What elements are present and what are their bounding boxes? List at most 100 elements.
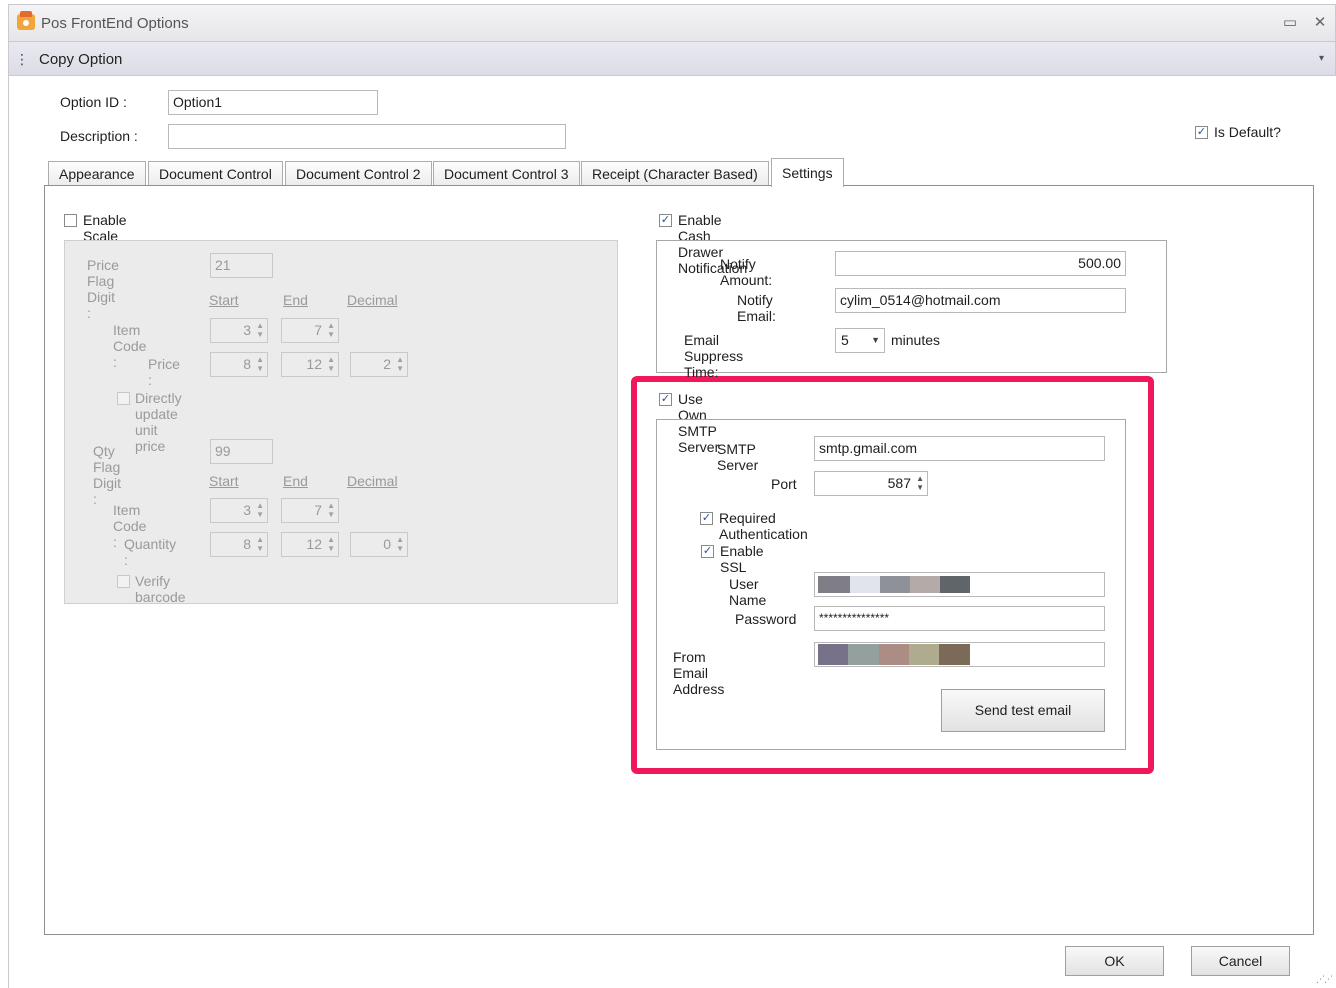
redaction-swatch [939, 644, 970, 665]
toolbar: ⋮ Copy Option ▾ [8, 41, 1336, 76]
copy-option-button[interactable]: Copy Option [39, 51, 122, 68]
notify-amount-input[interactable]: 500.00 [835, 251, 1126, 276]
notify-amount-label: Notify Amount: [720, 256, 773, 288]
price-item-code-label: Item Code : [113, 322, 147, 370]
send-test-email-button[interactable]: Send test email [941, 689, 1105, 732]
title-bar[interactable]: Pos FrontEnd Options ▭ ✕ [8, 4, 1336, 41]
email-suppress-time-label: Email Suppress Time: [684, 332, 744, 380]
directly-update-unit-price-label: Directly update unit price [135, 390, 182, 454]
price-start-header: Start [209, 292, 239, 308]
spin-arrows-icon: ▲ ▼ [327, 501, 335, 519]
spin-arrows-icon: ▲ ▼ [256, 321, 264, 339]
qty-flag-digit-label: Qty Flag Digit : [93, 443, 122, 507]
toolbar-dropdown-icon[interactable]: ▾ [1319, 53, 1324, 64]
resize-grip-icon[interactable]: ⋰⋰ [1316, 974, 1333, 985]
qty-flag-digit-input[interactable]: 99 [210, 439, 273, 464]
qty-item-code-end-stepper[interactable]: 7 ▲ ▼ [281, 498, 339, 523]
directly-update-unit-price-checkbox[interactable] [117, 392, 130, 405]
tab-document-control[interactable]: Document Control [148, 161, 283, 186]
quantity-start-stepper[interactable]: 8 ▲ ▼ [210, 532, 268, 557]
required-authentication-checkbox[interactable]: ✓ [700, 512, 713, 525]
redaction-swatch [848, 644, 879, 665]
window-title: Pos FrontEnd Options [41, 15, 189, 32]
price-start-value: 8 [243, 356, 251, 372]
price-end-value: 12 [306, 356, 322, 372]
quantity-end-value: 12 [306, 536, 322, 552]
spin-arrows-icon: ▲ ▼ [327, 321, 335, 339]
price-start-stepper[interactable]: 8 ▲ ▼ [210, 352, 268, 377]
qty-item-code-start-stepper[interactable]: 3 ▲ ▼ [210, 498, 268, 523]
email-suppress-time-select[interactable]: 5 ▼ [835, 328, 885, 353]
spin-arrows-icon: ▲ ▼ [916, 474, 924, 492]
tab-document-control-3[interactable]: Document Control 3 [433, 161, 580, 186]
redacted-from-email [818, 644, 970, 665]
quantity-decimal-stepper[interactable]: 0 ▲ ▼ [350, 532, 408, 557]
tab-settings[interactable]: Settings [771, 158, 844, 187]
enable-cash-drawer-checkbox[interactable]: ✓ [659, 214, 672, 227]
enable-ssl-label: Enable SSL [720, 543, 764, 575]
price-item-code-end-stepper[interactable]: 7 ▲ ▼ [281, 318, 339, 343]
redaction-swatch [909, 644, 939, 665]
price-item-code-start-stepper[interactable]: 3 ▲ ▼ [210, 318, 268, 343]
email-suppress-time-value: 5 [841, 332, 849, 348]
price-decimal-stepper[interactable]: 2 ▲ ▼ [350, 352, 408, 377]
notify-email-label: Notify Email: [737, 292, 776, 324]
required-authentication-label: Required Authentication [719, 510, 808, 542]
enable-ssl-checkbox[interactable]: ✓ [701, 545, 714, 558]
quantity-decimal-value: 0 [383, 536, 391, 552]
spin-arrows-icon: ▲ ▼ [256, 501, 264, 519]
price-end-header: End [283, 292, 308, 308]
redaction-swatch [940, 576, 970, 593]
redaction-swatch [910, 576, 940, 593]
chevron-down-icon: ▼ [871, 335, 880, 345]
price-end-stepper[interactable]: 12 ▲ ▼ [281, 352, 339, 377]
redaction-swatch [880, 576, 910, 593]
quantity-label: Quantity : [124, 536, 177, 568]
price-decimal-header: Decimal [347, 292, 398, 308]
quantity-start-value: 8 [243, 536, 251, 552]
option-id-input[interactable]: Option1 [168, 90, 378, 115]
qty-start-header: Start [209, 473, 239, 489]
qty-item-code-start-value: 3 [243, 502, 251, 518]
from-email-address-input[interactable] [814, 642, 1105, 667]
notify-email-input[interactable]: cylim_0514@hotmail.com [835, 288, 1126, 313]
redaction-swatch [818, 644, 848, 665]
spin-arrows-icon: ▲ ▼ [256, 355, 264, 373]
smtp-server-input[interactable]: smtp.gmail.com [814, 436, 1105, 461]
verify-barcode-label: Verify barcode [135, 573, 186, 605]
cancel-button[interactable]: Cancel [1191, 946, 1290, 976]
use-own-smtp-checkbox[interactable]: ✓ [659, 393, 672, 406]
price-item-code-end-value: 7 [314, 322, 322, 338]
user-name-label: User Name [729, 576, 767, 608]
port-label: Port [771, 476, 797, 492]
restore-icon[interactable]: ▭ [1279, 12, 1301, 34]
price-flag-digit-input[interactable]: 21 [210, 253, 273, 278]
description-input[interactable] [168, 124, 566, 149]
verify-barcode-checkbox[interactable] [117, 575, 130, 588]
redaction-swatch [818, 576, 850, 593]
port-value: 587 [887, 475, 911, 491]
spin-arrows-icon: ▲ ▼ [396, 355, 404, 373]
toolbar-grip-icon[interactable]: ⋮ [15, 51, 29, 68]
spin-arrows-icon: ▲ ▼ [256, 535, 264, 553]
minutes-label: minutes [891, 332, 941, 348]
option-id-label: Option ID : [60, 94, 127, 110]
ok-button[interactable]: OK [1065, 946, 1164, 976]
redacted-user-name [818, 576, 970, 593]
tab-receipt-character-based[interactable]: Receipt (Character Based) [581, 161, 769, 186]
price-label: Price : [148, 356, 180, 388]
quantity-end-stepper[interactable]: 12 ▲ ▼ [281, 532, 339, 557]
enable-scale-barcode-checkbox[interactable] [64, 214, 77, 227]
user-name-input[interactable] [814, 572, 1105, 597]
from-email-address-label: From Email Address [673, 649, 725, 697]
is-default-checkbox[interactable]: ✓ [1195, 126, 1208, 139]
tab-appearance[interactable]: Appearance [48, 161, 146, 186]
qty-end-header: End [283, 473, 308, 489]
tab-document-control-2[interactable]: Document Control 2 [285, 161, 432, 186]
password-input[interactable]: *************** [814, 606, 1105, 631]
price-flag-digit-label: Price Flag Digit : [87, 257, 119, 321]
port-stepper[interactable]: 587 ▲ ▼ [814, 471, 928, 496]
price-decimal-value: 2 [383, 356, 391, 372]
qty-item-code-end-value: 7 [314, 502, 322, 518]
close-icon[interactable]: ✕ [1309, 12, 1331, 34]
